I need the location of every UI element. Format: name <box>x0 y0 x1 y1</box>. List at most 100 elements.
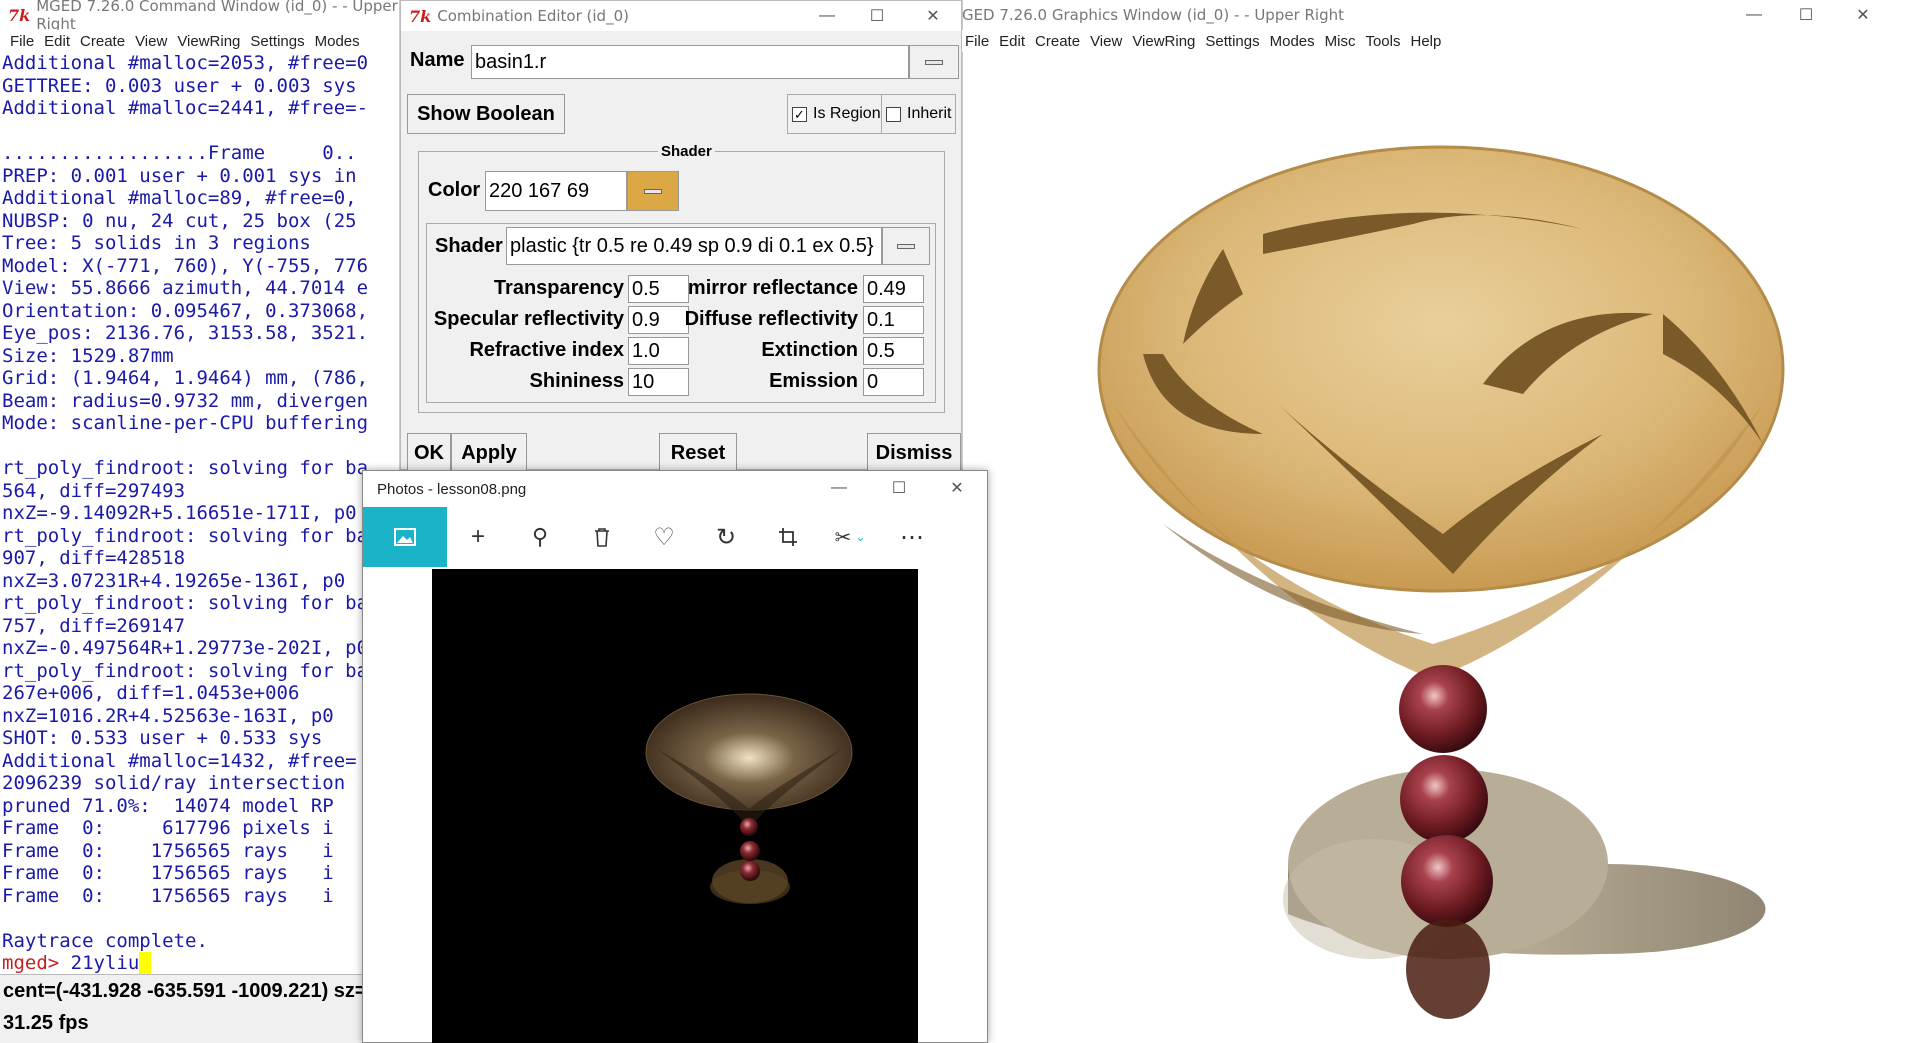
command-window: 7k MGED 7.26.0 Command Window (id_0) - -… <box>0 0 400 1043</box>
gfx-menu-help[interactable]: Help <box>1411 33 1442 50</box>
cmd-menu-edit[interactable]: Edit <box>44 33 70 50</box>
inherit-label: Inherit <box>907 105 952 122</box>
show-boolean-button[interactable]: Show Boolean <box>407 94 565 134</box>
ok-button[interactable]: OK <box>407 433 451 473</box>
log-line: rt_poly_findroot: solving for ba <box>2 592 369 614</box>
emission-label: Emission <box>769 370 858 392</box>
cmd-menu-file[interactable]: File <box>10 33 34 50</box>
inherit-check-icon <box>886 106 901 122</box>
gfx-menu-create[interactable]: Create <box>1035 33 1080 50</box>
gfx-menu-settings[interactable]: Settings <box>1205 33 1259 50</box>
gfx-menu-modes[interactable]: Modes <box>1270 33 1315 50</box>
photo-image[interactable] <box>432 569 918 1043</box>
crop-icon[interactable] <box>757 507 819 567</box>
diffuse-reflectivity-field[interactable]: 0.1 <box>863 306 924 334</box>
tk-logo-icon: 7k <box>8 5 31 25</box>
stem-ball-2 <box>1400 755 1488 843</box>
photos-window: Photos - lesson08.png — ☐ ✕ + ⚲ ♡ ↻ ✂ ⌄ ⋯ <box>362 470 988 1043</box>
log-line: nxZ=1016.2R+4.52563e-163I, p0 <box>2 704 334 727</box>
apply-button[interactable]: Apply <box>451 433 527 473</box>
close-icon[interactable]: ✕ <box>931 473 983 503</box>
specular-reflectivity-field[interactable]: 0.9 <box>628 306 689 334</box>
log-line: pruned 71.0%: 14074 model RP <box>2 794 334 817</box>
log-line: GETTREE: 0.003 user + 0.003 sys <box>2 74 357 97</box>
minimize-icon[interactable]: — <box>1728 0 1780 30</box>
diffuse-reflectivity-label: Diffuse reflectivity <box>684 308 858 330</box>
goblet-render <box>1097 145 1785 1019</box>
log-line: Beam: radius=0.9732 mm, divergen <box>2 389 369 412</box>
mirror-reflectance-field[interactable]: 0.49 <box>863 275 924 303</box>
emission-field[interactable]: 0 <box>863 368 924 396</box>
gfx-menu-tools[interactable]: Tools <box>1365 33 1400 50</box>
command-input[interactable]: 21yliu <box>71 952 140 974</box>
transparency-field[interactable]: 0.5 <box>628 275 689 303</box>
command-window-titlebar[interactable]: 7k MGED 7.26.0 Command Window (id_0) - -… <box>0 0 399 33</box>
log-line: Frame 0: 1756565 rays i <box>2 839 334 862</box>
inherit-checkbox[interactable]: Inherit <box>881 94 957 134</box>
gfx-menu-file[interactable]: File <box>965 33 989 50</box>
log-line: Orientation: 0.095467, 0.373068, <box>2 299 369 322</box>
shader-menu-button[interactable] <box>882 227 930 265</box>
log-line: nxZ=-0.497564R+1.29773e-202I, p0 <box>2 637 369 659</box>
is-region-checkbox[interactable]: ✓ Is Region <box>787 94 886 134</box>
log-line: 757, diff=269147 <box>2 614 186 637</box>
name-field[interactable]: basin1.r <box>471 45 909 79</box>
gfx-menu-edit[interactable]: Edit <box>999 33 1025 50</box>
gfx-menu-viewring[interactable]: ViewRing <box>1132 33 1195 50</box>
maximize-icon[interactable]: ☐ <box>873 473 925 503</box>
delete-icon[interactable] <box>571 507 633 567</box>
cmd-menu-create[interactable]: Create <box>80 33 125 50</box>
log-line: 564, diff=297493 <box>2 479 186 502</box>
image-icon[interactable] <box>363 507 447 567</box>
more-icon[interactable]: ⋯ <box>881 507 943 567</box>
log-line: Size: 1529.87mm <box>2 344 174 367</box>
command-window-menubar: File Edit Create View ViewRing Settings Modes <box>0 30 399 52</box>
zoom-icon[interactable]: ⚲ <box>509 507 571 567</box>
prompt-line[interactable]: mged> 21yliu <box>2 952 398 974</box>
log-line: Additional #malloc=2053, #free=0 <box>2 52 369 74</box>
shader-field[interactable]: plastic {tr 0.5 re 0.49 sp 0.9 di 0.1 ex… <box>506 227 882 265</box>
log-line: View: 55.8666 azimuth, 44.7014 e <box>2 277 369 299</box>
cmd-menu-view[interactable]: View <box>135 33 167 50</box>
name-menu-button[interactable] <box>909 45 959 79</box>
color-field[interactable]: 220 167 69 <box>485 171 627 211</box>
log-line: Frame 0: 617796 pixels i <box>2 817 334 839</box>
command-log[interactable]: Additional #malloc=2053, #free=0 GETTREE:… <box>2 52 398 974</box>
gfx-menu-view[interactable]: View <box>1090 33 1122 50</box>
graphics-viewport[interactable] <box>963 54 1905 1043</box>
log-line: Additional #malloc=1432, #free= <box>2 749 357 772</box>
edit-icon[interactable]: ✂ ⌄ <box>819 507 881 567</box>
minimize-icon[interactable]: — <box>813 473 865 503</box>
log-line: Additional #malloc=89, #free=0, <box>2 187 357 209</box>
cmd-menu-viewring[interactable]: ViewRing <box>177 33 240 50</box>
rotate-icon[interactable]: ↻ <box>695 507 757 567</box>
transparency-label: Transparency <box>493 277 624 299</box>
cmd-menu-settings[interactable]: Settings <box>250 33 304 50</box>
gfx-menu-misc[interactable]: Misc <box>1325 33 1356 50</box>
log-line: Grid: (1.9464, 1.9464) mm, (786, <box>2 367 369 389</box>
color-label: Color <box>428 179 481 201</box>
add-icon[interactable]: + <box>447 507 509 567</box>
cmd-menu-modes[interactable]: Modes <box>315 33 360 50</box>
maximize-icon[interactable]: ☐ <box>851 1 903 31</box>
extinction-field[interactable]: 0.5 <box>863 337 924 365</box>
dismiss-button[interactable]: Dismiss <box>867 433 961 473</box>
maximize-icon[interactable]: ☐ <box>1780 0 1832 30</box>
extinction-label: Extinction <box>761 339 858 361</box>
favorite-icon[interactable]: ♡ <box>633 507 695 567</box>
minimize-icon[interactable]: — <box>801 1 853 31</box>
combination-editor-title: Combination Editor (id_0) <box>437 7 629 25</box>
goblet-raytrace-image <box>645 693 853 904</box>
prompt-label: mged> <box>2 952 71 974</box>
shininess-field[interactable]: 10 <box>628 368 689 396</box>
reset-button[interactable]: Reset <box>659 433 737 473</box>
refractive-index-field[interactable]: 1.0 <box>628 337 689 365</box>
close-icon[interactable]: ✕ <box>1837 0 1889 30</box>
log-line: Tree: 5 solids in 3 regions <box>2 232 311 254</box>
color-picker-button[interactable] <box>627 171 679 211</box>
close-icon[interactable]: ✕ <box>907 1 959 31</box>
shader-label: Shader <box>435 235 503 257</box>
log-line: Additional #malloc=2441, #free=- <box>2 97 369 119</box>
is-region-check-icon: ✓ <box>792 106 807 122</box>
log-line: 907, diff=428518 <box>2 547 186 569</box>
